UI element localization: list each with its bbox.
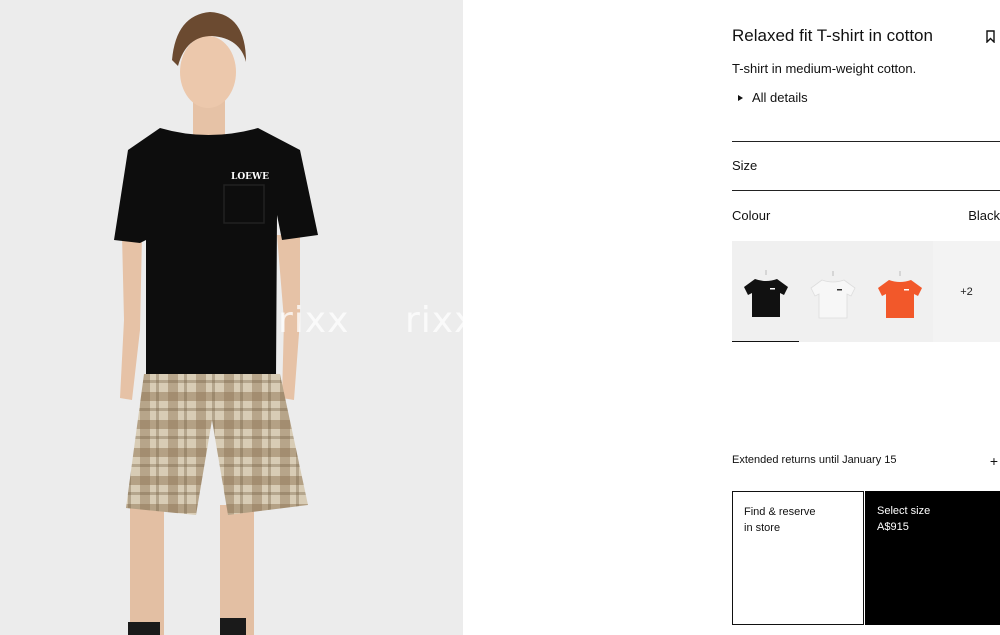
product-image[interactable]: LOEWE rixx rixx	[0, 0, 463, 635]
tshirt-orange-thumbnail	[877, 270, 922, 318]
tshirt-white-thumbnail	[809, 270, 856, 318]
swatch-black[interactable]	[732, 241, 799, 342]
colour-value: Black	[968, 208, 1000, 223]
find-reserve-label-line1: Find & reserve	[744, 506, 816, 518]
plus-icon: +	[989, 453, 998, 469]
all-details-toggle[interactable]: All details	[732, 90, 808, 105]
swatch-orange[interactable]	[866, 241, 933, 342]
caret-right-icon	[738, 94, 743, 101]
bookmark-icon[interactable]	[986, 30, 995, 43]
size-selector[interactable]: Size	[732, 158, 757, 173]
all-details-label: All details	[752, 90, 808, 105]
divider	[732, 190, 1000, 191]
divider	[732, 141, 1000, 142]
product-description: T-shirt in medium-weight cotton.	[732, 61, 917, 76]
brand-print: LOEWE	[231, 172, 269, 182]
price: A$915	[877, 521, 909, 533]
swatch-white[interactable]	[799, 241, 866, 342]
tshirt-black-thumbnail	[743, 270, 788, 317]
find-reserve-button[interactable]: Find & reserve in store	[732, 491, 864, 625]
returns-label: Extended returns until January 15	[732, 454, 897, 466]
product-info-panel: Relaxed fit T-shirt in cotton T-shirt in…	[732, 0, 1000, 635]
find-reserve-label-line2: in store	[744, 522, 781, 534]
select-size-button[interactable]: Select size A$915	[865, 491, 1000, 625]
more-colours-button[interactable]: +2	[933, 241, 1000, 342]
extended-returns-accordion[interactable]: Extended returns until January 15 +	[732, 452, 1000, 469]
watermark-text: rixx	[278, 300, 350, 341]
product-title: Relaxed fit T-shirt in cotton	[732, 26, 933, 45]
colour-label: Colour	[732, 208, 771, 223]
select-size-label: Select size	[877, 505, 931, 517]
watermark-text: rixx	[405, 300, 463, 341]
model-photo: LOEWE	[0, 0, 463, 635]
colour-swatches: +2	[732, 241, 1000, 342]
